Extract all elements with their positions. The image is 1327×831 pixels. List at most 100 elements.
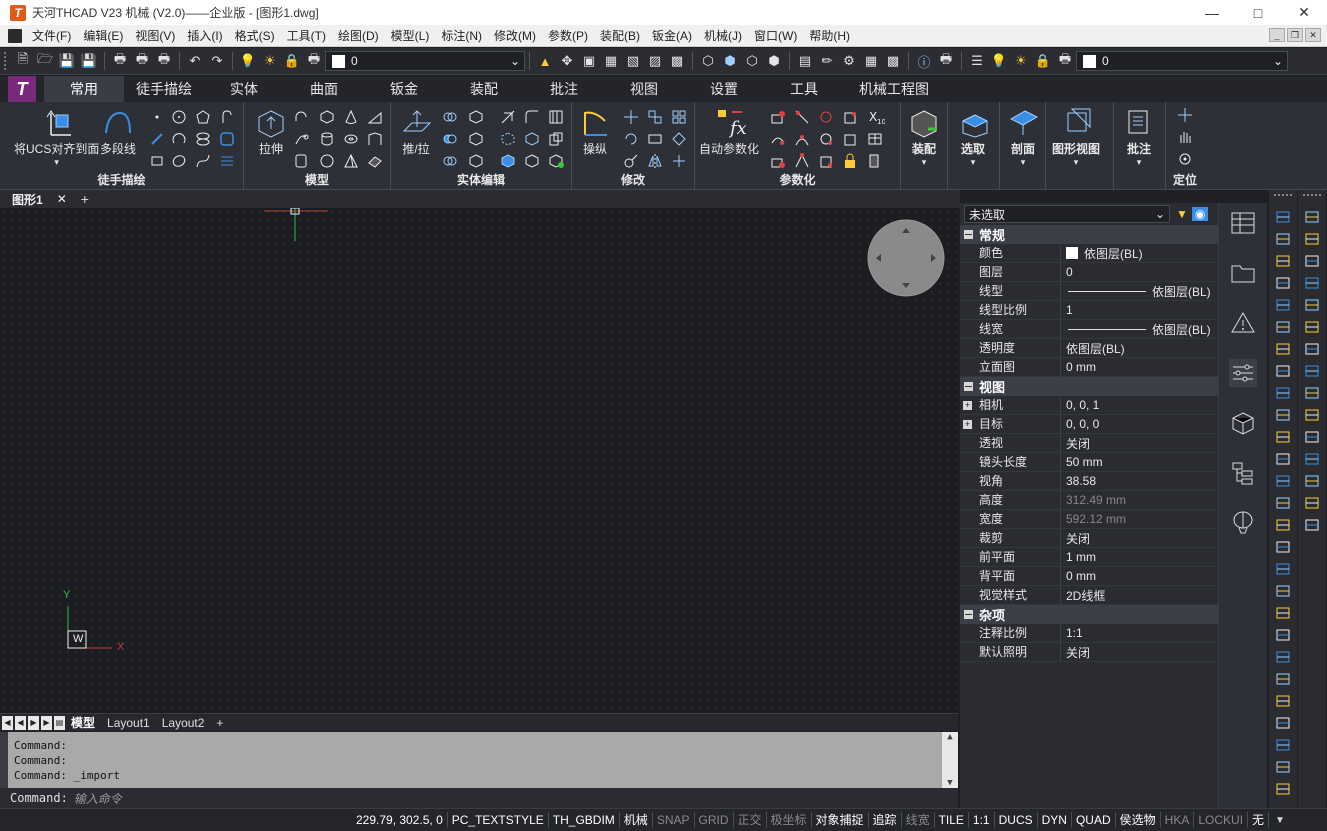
solid-edit-2-icon[interactable] (467, 130, 485, 148)
revolve-icon[interactable] (292, 108, 310, 126)
tool-icon[interactable] (1303, 296, 1321, 314)
tool-icon[interactable] (1274, 494, 1292, 512)
tool-icon[interactable] (1274, 252, 1292, 270)
tree-icon[interactable] (1229, 459, 1257, 487)
expand-icon[interactable]: + (963, 419, 972, 429)
tool-icon[interactable] (1274, 340, 1292, 358)
menu-parameter[interactable]: 参数(P) (542, 27, 594, 44)
menu-draw[interactable]: 绘图(D) (332, 27, 385, 44)
menu-dimension[interactable]: 标注(N) (435, 27, 488, 44)
tab-solid[interactable]: 实体 (204, 76, 284, 102)
constraint-11-icon[interactable] (841, 130, 859, 148)
realistic-cube-icon[interactable]: ⬢ (764, 51, 784, 71)
tool-icon[interactable] (1303, 340, 1321, 358)
doc-minimize-button[interactable]: _ (1269, 28, 1285, 42)
sun2-icon[interactable]: ☀ (1011, 51, 1031, 71)
array-icon[interactable] (670, 108, 688, 126)
status-toggle[interactable]: 无 (1248, 812, 1270, 828)
tool-icon[interactable] (1303, 252, 1321, 270)
tool-icon[interactable] (1303, 494, 1321, 512)
property-row[interactable]: 视觉样式 2D线框 (960, 585, 1218, 605)
minimize-button[interactable]: — (1189, 0, 1235, 25)
maximize-button[interactable]: □ (1235, 0, 1281, 25)
add-tab-button[interactable]: + (75, 191, 95, 207)
pushpull-button[interactable]: 推/拉 (399, 106, 433, 157)
warning-icon[interactable] (1229, 309, 1257, 337)
assembly-button[interactable]: 装配 ▾ (907, 106, 941, 168)
menu-format[interactable]: 格式(S) (229, 27, 281, 44)
wireframe-cube-icon[interactable]: ⬡ (698, 51, 718, 71)
status-toggle[interactable]: 机械 (620, 812, 653, 828)
menu-mechanical[interactable]: 机械(J) (698, 27, 748, 44)
tool-icon[interactable] (1274, 670, 1292, 688)
status-toggle[interactable]: 1:1 (969, 812, 995, 828)
tab-common[interactable]: 常用 (44, 76, 124, 102)
save-as-icon[interactable]: 💾 (79, 51, 99, 71)
filter-icon[interactable]: ▼ (1176, 207, 1188, 221)
collapse-icon[interactable] (964, 230, 973, 239)
first-layout-button[interactable]: ◀ (2, 715, 13, 730)
point-icon[interactable] (148, 108, 166, 126)
tool-icon[interactable] (1274, 472, 1292, 490)
torus-icon[interactable] (342, 130, 360, 148)
property-row[interactable]: 背平面 0 mm (960, 566, 1218, 586)
planar-surface-icon[interactable] (366, 152, 384, 170)
mirror-icon[interactable] (646, 152, 664, 170)
cone-icon[interactable] (342, 108, 360, 126)
menu-assembly[interactable]: 装配(B) (594, 27, 646, 44)
line-icon[interactable] (148, 130, 166, 148)
snap-icon[interactable]: ▣ (579, 51, 599, 71)
donut-icon[interactable] (194, 130, 212, 148)
tool-icon[interactable] (1274, 714, 1292, 732)
box-icon[interactable] (318, 108, 336, 126)
hidden-cube-icon[interactable]: ⬡ (742, 51, 762, 71)
lock-icon[interactable] (841, 152, 859, 170)
menu-view[interactable]: 视图(V) (129, 27, 181, 44)
layers-icon[interactable]: ☰ (967, 51, 987, 71)
undo-icon[interactable]: ↶ (185, 51, 205, 71)
polysolid-icon[interactable] (366, 130, 384, 148)
tool-icon[interactable] (1274, 384, 1292, 402)
layout-list-button[interactable]: ▤ (54, 715, 65, 730)
menu-window[interactable]: 窗口(W) (748, 27, 803, 44)
property-section-header[interactable]: 视图 (960, 377, 1218, 396)
layer-print-icon[interactable]: 🖶 (304, 51, 324, 71)
param-manager-icon[interactable] (867, 152, 885, 170)
rectangle-icon[interactable] (148, 152, 166, 170)
tab-tools[interactable]: 工具 (764, 76, 844, 102)
property-value[interactable]: 0, 0, 0 (1061, 417, 1218, 431)
property-value[interactable]: 1:1 (1061, 626, 1218, 640)
menu-file[interactable]: 文件(F) (26, 27, 77, 44)
tab-annotate[interactable]: 批注 (524, 76, 604, 102)
property-value[interactable]: 0 mm (1061, 360, 1218, 374)
match-properties-icon[interactable]: ▲ (535, 51, 555, 71)
property-value[interactable]: 38.58 (1061, 474, 1218, 488)
area-icon[interactable]: ▩ (667, 51, 687, 71)
arc-icon[interactable] (170, 130, 188, 148)
constraint-9-icon[interactable] (817, 152, 835, 170)
folder-icon[interactable] (1229, 259, 1257, 287)
property-value[interactable]: 312.49 mm (1061, 493, 1218, 507)
property-value[interactable]: 2D线框 (1061, 587, 1218, 604)
constraint-3-icon[interactable] (769, 152, 787, 170)
menu-modify[interactable]: 修改(M) (488, 27, 542, 44)
tool-icon[interactable] (1274, 208, 1292, 226)
doc-close-button[interactable]: ✕ (1305, 28, 1321, 42)
image-icon[interactable]: ▩ (883, 51, 903, 71)
property-row[interactable]: 默认照明 关闭 (960, 642, 1218, 662)
tab-view[interactable]: 视图 (604, 76, 684, 102)
locate-arrows-icon[interactable] (1176, 106, 1194, 124)
tool-icon[interactable] (1274, 758, 1292, 776)
properties-grid-icon[interactable] (1229, 209, 1257, 237)
tool-icon[interactable] (1303, 428, 1321, 446)
tool-icon[interactable] (1274, 362, 1292, 380)
polyline-button[interactable]: 多段线 (100, 106, 136, 157)
open-file-icon[interactable]: 🗁 (35, 51, 55, 71)
tool-icon[interactable] (1274, 516, 1292, 534)
polygon-icon[interactable] (194, 108, 212, 126)
ribbon-app-logo-icon[interactable]: T (8, 76, 36, 102)
new-file-icon[interactable]: 🗎 (13, 51, 33, 71)
print-setup-icon[interactable]: 🖶 (936, 51, 956, 71)
section-button[interactable]: 剖面 ▾ (1006, 106, 1040, 168)
property-value[interactable]: 592.12 mm (1061, 512, 1218, 526)
